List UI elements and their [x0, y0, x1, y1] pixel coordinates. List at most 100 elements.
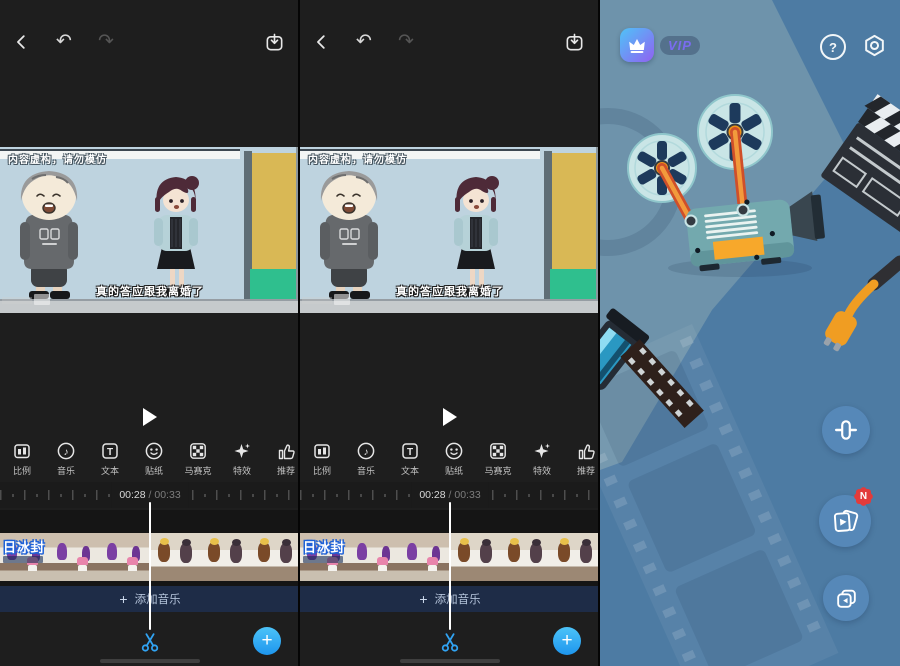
tool-label: 比例 [313, 464, 331, 477]
thumbs-up-icon [276, 441, 296, 461]
total-time: 00:33 [154, 489, 180, 501]
video-preview[interactable]: 内容虚构，请勿模仿 真的答应跟我离婚了 [0, 147, 300, 313]
editor-bottom-bar: + [0, 624, 300, 666]
tool-label: 特效 [233, 464, 251, 477]
aspect-ratio-icon [312, 441, 332, 461]
help-button[interactable]: ? [820, 34, 846, 60]
clapperboard-illustration [817, 92, 900, 240]
svg-text:♪: ♪ [64, 447, 69, 458]
scene-yellow-wall [552, 153, 596, 269]
filmstrip-frame [150, 533, 200, 581]
sticker-icon [444, 441, 464, 461]
splice-icon [833, 417, 859, 443]
undo-button[interactable]: ↶ [352, 30, 376, 54]
tool-label: 推荐 [277, 464, 295, 477]
tool-sticker[interactable]: 贴纸 [432, 438, 476, 482]
tool-recommend[interactable]: 推荐 [564, 438, 600, 482]
tool-text[interactable]: T 文本 [88, 438, 132, 482]
crown-icon [620, 28, 654, 62]
filmstrip-frame [100, 533, 150, 581]
tool-label: 马赛克 [484, 464, 511, 477]
filmstrip-frame [350, 533, 400, 581]
tool-text[interactable]: T 文本 [388, 438, 432, 482]
tool-label: 音乐 [57, 464, 75, 477]
redo-button[interactable]: ↷ [394, 30, 418, 54]
tool-label: 比例 [13, 464, 31, 477]
tool-music[interactable]: ♪ 音乐 [44, 438, 88, 482]
settings-button[interactable] [862, 33, 887, 58]
chevron-left-icon [13, 33, 31, 51]
playhead [149, 502, 151, 630]
home-panel: VIP ? N [600, 0, 900, 666]
watermark-logo [34, 294, 50, 305]
watermark [302, 297, 332, 304]
add-clip-button[interactable]: + [253, 627, 281, 655]
back-button[interactable] [310, 30, 334, 54]
tool-recommend[interactable]: 推荐 [264, 438, 300, 482]
editor-topbar: ↶ ↷ [0, 30, 298, 62]
redo-button[interactable]: ↷ [94, 30, 118, 54]
music-icon: ♪ [356, 441, 376, 461]
male-character-illustration [8, 165, 88, 301]
tool-music[interactable]: ♪ 音乐 [344, 438, 388, 482]
undo-button[interactable]: ↶ [52, 30, 76, 54]
text-icon: T [100, 441, 120, 461]
tool-mosaic[interactable]: 马赛克 [476, 438, 520, 482]
editor-panel-2: ↶ ↷ [300, 0, 600, 666]
disclaimer-text: 内容虚构，请勿模仿 [8, 151, 107, 166]
video-templates-icon [831, 507, 859, 535]
filmstrip-frame [50, 533, 100, 581]
tools-toolbar: 比例 ♪ 音乐 T 文本 [300, 438, 600, 482]
effects-icon [232, 441, 252, 461]
editor-topbar: ↶ ↷ [300, 30, 598, 62]
video-preview[interactable]: 内容虚构，请勿模仿 真的答应跟我离婚了 [300, 147, 600, 313]
clip-subtitle-bar [3, 556, 43, 563]
tool-effects[interactable]: 特效 [220, 438, 264, 482]
split-scissors-button[interactable] [139, 631, 161, 653]
aspect-ratio-icon [12, 441, 32, 461]
female-character-illustration [146, 171, 206, 301]
filmstrip-frame [450, 533, 500, 581]
play-button[interactable] [143, 408, 157, 426]
home-indicator [400, 659, 500, 663]
current-time: 00:28 [119, 489, 145, 501]
add-clip-button[interactable]: + [553, 627, 581, 655]
effects-icon [532, 441, 552, 461]
play-button[interactable] [443, 408, 457, 426]
playhead [449, 502, 451, 630]
export-button[interactable] [262, 30, 286, 54]
clip-title-overlay: 日冰封 [303, 537, 345, 556]
tool-label: 文本 [101, 464, 119, 477]
svg-text:T: T [407, 447, 413, 458]
clip-subtitle-bar [303, 556, 343, 563]
new-badge: N [854, 487, 873, 506]
tool-label: 特效 [533, 464, 551, 477]
home-indicator [100, 659, 200, 663]
current-time: 00:28 [419, 489, 445, 501]
filmstrip-frame [500, 533, 550, 581]
export-button[interactable] [562, 30, 586, 54]
filmstrip-watermark [600, 324, 838, 666]
watermark-logo [334, 294, 350, 305]
tool-ratio[interactable]: 比例 [0, 438, 44, 482]
back-button[interactable] [10, 30, 34, 54]
female-character-illustration [446, 171, 506, 301]
thumbs-up-icon [576, 441, 596, 461]
home-illustration [600, 0, 900, 666]
filmstrip-frame [400, 533, 450, 581]
filmstrip-frame [200, 533, 250, 581]
vip-badge[interactable]: VIP [620, 28, 700, 62]
editor-bottom-bar: + [300, 624, 600, 666]
editor-panel-1: ↶ ↷ [0, 0, 300, 666]
gallery-button[interactable] [823, 575, 869, 621]
tool-ratio[interactable]: 比例 [300, 438, 344, 482]
mosaic-icon [188, 441, 208, 461]
tool-mosaic[interactable]: 马赛克 [176, 438, 220, 482]
split-scissors-button[interactable] [439, 631, 461, 653]
tool-effects[interactable]: 特效 [520, 438, 564, 482]
clip-title-overlay: 日冰封 [3, 537, 45, 556]
splice-tool-button[interactable] [822, 406, 870, 454]
cable-illustration [820, 262, 900, 353]
tool-sticker[interactable]: 贴纸 [132, 438, 176, 482]
plus-icon: + [119, 592, 127, 606]
